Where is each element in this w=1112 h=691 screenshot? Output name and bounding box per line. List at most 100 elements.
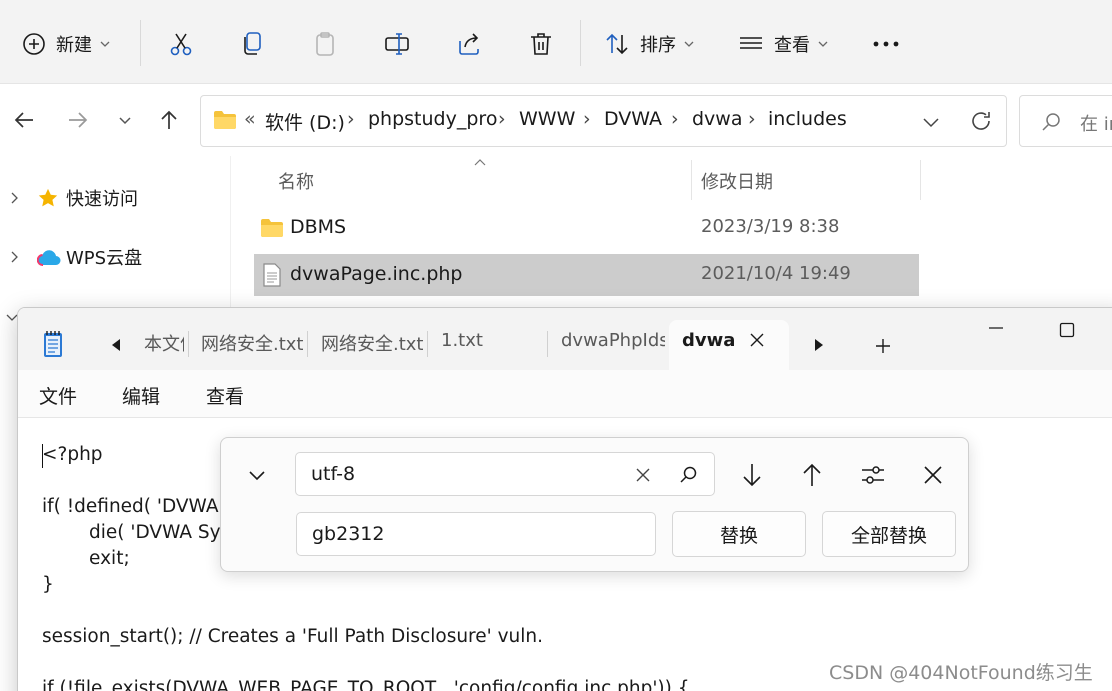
file-date: 2021/10/4 19:49 (701, 263, 851, 284)
trash-icon (531, 33, 551, 55)
tab-bar: 本文件 网络安全.txt 网络安全.txt 1.txt dvwaPhpIds. … (18, 308, 1112, 372)
breadcrumb-dvwa-upper[interactable]: DVWA (604, 108, 662, 130)
tab-file-2[interactable]: 网络安全.txt (201, 330, 311, 356)
refresh-icon[interactable] (969, 109, 993, 133)
scroll-tabs-left-icon[interactable] (111, 339, 121, 351)
breadcrumb-dvwa[interactable]: dvwa (692, 108, 743, 130)
search-options-icon[interactable] (859, 461, 887, 489)
document-icon (263, 263, 281, 287)
share-button[interactable] (456, 22, 482, 66)
star-icon (38, 188, 58, 207)
code-line: exit; (42, 548, 130, 569)
tab-file-1[interactable]: 本文件 (144, 330, 184, 356)
column-header-modified[interactable]: 修改日期 (701, 168, 773, 194)
forward-arrow-icon[interactable] (66, 108, 90, 132)
code-line: <?php (42, 444, 103, 465)
sidebar-item-label: 快速访问 (66, 189, 138, 210)
watermark-text: CSDN @404NotFound练习生 (829, 662, 1093, 684)
tab-active[interactable]: dvwa (669, 320, 789, 372)
breadcrumb-phpstudy[interactable]: phpstudy_pro (368, 108, 497, 130)
file-name: DBMS (290, 216, 347, 238)
menu-file[interactable]: 文件 (39, 382, 77, 409)
find-input-value: utf-8 (311, 463, 356, 485)
tab-file-5[interactable]: dvwaPhpIds. (561, 330, 665, 351)
clipboard-icon (316, 32, 334, 56)
code-line: if (!file_exists(DVWA_WEB_PAGE_TO_ROOT .… (42, 678, 690, 691)
file-row[interactable]: DBMS 2023/3/19 8:38 (254, 207, 919, 249)
sort-button-label: 排序 (640, 35, 676, 56)
menu-edit[interactable]: 编辑 (122, 382, 160, 409)
paste-button[interactable] (312, 22, 338, 66)
clear-icon[interactable] (635, 467, 651, 483)
chevron-down-icon (818, 41, 828, 47)
code-line: die( 'DVWA Sy (42, 522, 221, 543)
maximize-icon[interactable] (1059, 322, 1075, 338)
replace-button[interactable]: 替换 (672, 511, 806, 557)
scroll-tabs-right-icon[interactable] (814, 339, 824, 351)
sidebar-item-wps-cloud[interactable]: WPS云盘 (0, 237, 230, 277)
minimize-icon[interactable] (987, 323, 1005, 333)
address-history-chevron-icon[interactable] (920, 111, 942, 133)
search-icon (1042, 113, 1060, 131)
code-line: session_start(); // Creates a 'Full Path… (42, 626, 544, 647)
command-bar: 新建 排序 查看 (0, 0, 1112, 84)
sort-icon (606, 33, 628, 55)
code-line: } (42, 574, 54, 595)
chevron-down-icon (684, 41, 694, 47)
breadcrumb-www[interactable]: WWW (519, 108, 575, 130)
column-header-name[interactable]: 名称 (278, 168, 314, 194)
list-view-icon (740, 37, 762, 49)
replace-input-value: gb2312 (312, 523, 385, 545)
view-button-label: 查看 (774, 35, 810, 56)
menu-view[interactable]: 查看 (206, 382, 244, 409)
find-previous-arrow-icon[interactable] (798, 461, 826, 489)
tab-file-3[interactable]: 网络安全.txt (321, 330, 431, 356)
more-options-button[interactable] (872, 22, 900, 66)
up-arrow-icon[interactable] (157, 108, 181, 132)
active-tab-label: dvwa (682, 330, 736, 351)
close-tab-icon[interactable] (749, 332, 765, 348)
find-input[interactable]: utf-8 (295, 452, 715, 496)
breadcrumb-includes[interactable]: includes (768, 108, 847, 130)
file-name: dvwaPage.inc.php (290, 263, 463, 285)
sort-button[interactable]: 排序 (604, 22, 694, 66)
close-find-icon[interactable] (919, 461, 947, 489)
folder-icon (214, 111, 236, 129)
code-line: if( !defined( 'DVWA (42, 496, 219, 517)
tab-file-4[interactable]: 1.txt (441, 330, 551, 351)
cut-button[interactable] (168, 22, 194, 66)
replace-all-button[interactable]: 全部替换 (822, 511, 956, 557)
plus-circle-icon (23, 33, 45, 55)
recent-locations-chevron-icon[interactable] (113, 108, 137, 132)
collapse-replace-chevron-icon[interactable] (243, 461, 271, 489)
rename-icon (385, 33, 409, 55)
search-box[interactable]: 在 in (1019, 95, 1112, 147)
find-next-arrow-icon[interactable] (738, 461, 766, 489)
rename-button[interactable] (384, 22, 410, 66)
text-caret (42, 444, 43, 468)
notepad-app-icon (44, 331, 62, 357)
cloud-icon (37, 250, 61, 266)
folder-icon (261, 219, 283, 237)
view-button[interactable]: 查看 (738, 22, 828, 66)
address-overflow-chevron[interactable]: « (244, 108, 256, 130)
file-row-selected[interactable]: dvwaPage.inc.php 2021/10/4 19:49 (254, 254, 919, 296)
sort-ascending-indicator-icon (474, 159, 486, 166)
more-dots-icon (873, 41, 899, 47)
delete-button[interactable] (528, 22, 554, 66)
chevron-right-icon[interactable] (9, 251, 21, 263)
back-arrow-icon[interactable] (12, 108, 36, 132)
new-tab-plus-icon[interactable] (874, 337, 892, 355)
breadcrumb-drive[interactable]: 软件 (D:) (265, 108, 345, 135)
new-button[interactable]: 新建 (22, 22, 110, 66)
copy-icon (244, 32, 261, 55)
sidebar-item-quick-access[interactable]: 快速访问 (0, 178, 230, 218)
search-icon[interactable] (679, 465, 699, 485)
chevron-down-icon (100, 41, 110, 47)
copy-button[interactable] (240, 22, 266, 66)
replace-input[interactable]: gb2312 (296, 512, 656, 556)
find-replace-panel: utf-8 gb2312 替换 全部替换 (220, 437, 969, 572)
address-bar[interactable]: « 软件 (D:) › phpstudy_pro › WWW › DVWA › … (200, 95, 1007, 147)
chevron-right-icon[interactable] (9, 192, 21, 204)
menu-bar: 文件 编辑 查看 (18, 370, 1112, 418)
